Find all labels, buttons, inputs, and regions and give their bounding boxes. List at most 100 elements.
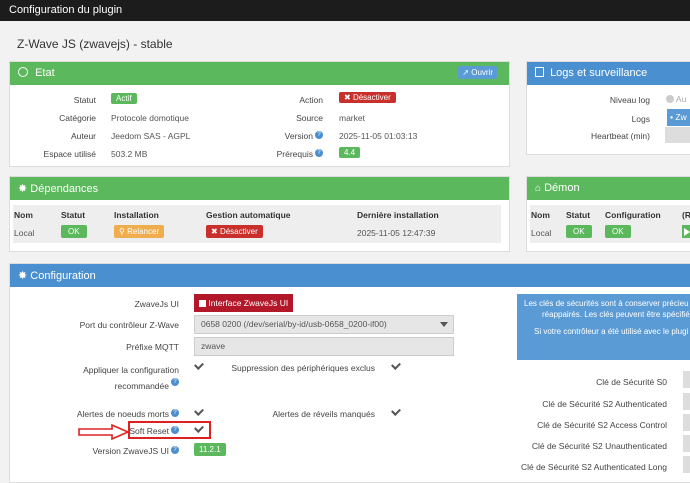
demon-row-configuration: OK [605,225,631,238]
prefixe-label: Préfixe MQTT [126,342,179,352]
action-label: Action [299,95,323,105]
heartbeat-input[interactable] [665,127,690,143]
dep-row-derniere: 2025-11-05 12:47:39 [357,228,436,238]
heartbeat-label: Heartbeat (min) [590,131,650,141]
logs-button[interactable]: ▪ Zw [667,109,690,126]
statut-badge: Actif [111,93,137,104]
top-bar-title: Configuration du plugin [9,4,123,16]
external-link-icon [199,300,206,307]
play-icon [684,228,690,236]
categorie-value: Protocole domotique [111,113,189,123]
alertes-morts-label: Alertes de noeuds morts? [77,409,179,419]
espace-label: Espace utilisé [43,149,96,159]
wrench-icon: ✸ [18,270,28,282]
auteur-label: Auteur [70,131,96,141]
demon-header-configuration: Configuration [605,210,661,220]
open-button[interactable]: ↗ Ouvrir [458,66,497,79]
chevron-down-icon [440,322,448,327]
demon-header-statut: Statut [566,210,591,220]
configuration-header: ✸ Configuration [10,264,690,287]
top-bar: Configuration du plugin [0,0,690,21]
demon-start-button[interactable] [682,225,690,238]
demon-row-statut: OK [566,225,592,238]
gestion-desactiver-button[interactable]: ✖ Désactiver [206,225,263,238]
info-line-1: Les clés de sécurités sont à conserver p… [524,299,689,308]
dep-header-derniere: Dernière installation [357,210,439,220]
file-icon [535,67,544,77]
niveau-log-radio[interactable]: Au [666,94,686,104]
version-label: Version? [285,131,323,141]
prerequis-label: Prérequis? [277,149,323,159]
version-ui-label: Version ZwaveJS UI? [92,446,179,456]
help-icon[interactable]: ? [315,131,323,139]
dep-header-gestion: Gestion automatique [206,210,291,220]
demon-title: Démon [544,182,580,194]
prerequis-badge: 4.4 [339,147,361,158]
dep-row-statut: OK [61,225,87,238]
dep-row-nom: Local [14,228,35,238]
dependances-title: Dépendances [30,183,99,195]
dep-header-nom: Nom [14,210,33,220]
key-s2-unauth-label: Clé de Sécurité S2 Unauthenticated [531,441,667,451]
logs-title: Logs et surveillance [550,67,648,79]
version-ui-badge: 11.2.1 [194,443,226,456]
alertes-reveils-label: Alertes de réveils manqués [272,409,375,419]
key-s2-unauth-input[interactable] [683,435,690,452]
port-select[interactable]: 0658 0200 (/dev/serial/by-id/usb-0658_02… [194,315,454,334]
etat-title: Etat [35,67,55,79]
statut-label: Statut [73,95,96,105]
relancer-button[interactable]: ⚲ Relancer [114,225,165,238]
plugin-title: Z-Wave JS (zwavejs) - stable [17,37,173,51]
power-icon [18,67,28,77]
logs-button-icon: ▪ [670,112,674,122]
demon-header-r: (R [682,210,690,220]
logs-header: Logs et surveillance [527,62,690,85]
help-icon[interactable]: ? [171,409,179,417]
version-value: 2025-11-05 01:03:13 [339,131,418,141]
demon-row-nom: Local [531,228,552,238]
key-s2-access-input[interactable] [683,414,690,431]
source-value: market [339,113,365,123]
help-icon[interactable]: ? [171,426,179,434]
security-info-box: Les clés de sécurités sont à conserver p… [517,294,690,360]
zwavejs-ui-label: ZwaveJs UI [134,299,179,309]
suppression-label: Suppression des périphériques exclus [231,363,375,373]
zwavejs-ui-button[interactable]: Interface ZwaveJs UI [194,294,294,312]
bank-icon: ⌂ [535,183,542,194]
demon-header-nom: Nom [531,210,550,220]
key-s0-input[interactable] [683,371,690,388]
share-icon: ↗ [462,68,469,77]
help-icon[interactable]: ? [315,149,323,157]
key-s2-auth-long-input[interactable] [683,456,690,473]
help-icon[interactable]: ? [171,378,179,386]
niveau-log-label: Niveau log [609,95,650,105]
source-label: Source [296,113,323,123]
categorie-label: Catégorie [59,113,96,123]
auteur-value: Jeedom SAS - AGPL [111,131,191,141]
logs-label: Logs [631,114,650,124]
prefixe-input[interactable]: zwave [194,337,454,356]
key-s0-label: Clé de Sécurité S0 [596,377,667,387]
info-line-3: Si votre contrôleur a été utilisé avec l… [534,327,689,336]
dep-header-statut: Statut [61,210,86,220]
key-s2-auth-input[interactable] [683,393,690,410]
key-s2-access-label: Clé de Sécurité S2 Access Control [537,420,667,430]
gear-icon: ✸ [18,183,28,195]
etat-header: Etat [10,62,509,85]
dependances-header: ✸ Dépendances [10,177,509,200]
info-line-2: réappairés. Les clés peuvent être spécif… [542,310,690,319]
annotation-arrow [78,424,130,440]
configuration-title: Configuration [30,270,96,282]
port-label: Port du contrôleur Z-Wave [79,320,179,330]
bike-icon: ⚲ [119,227,125,236]
appliquer-label: Appliquer la configuration recommandée? [83,365,179,391]
demon-header: ⌂ Démon [527,177,690,200]
espace-value: 503.2 MB [111,149,148,159]
key-s2-auth-label: Clé de Sécurité S2 Authenticated [542,399,667,409]
radio-icon [666,95,674,103]
dep-header-installation: Installation [114,210,159,220]
help-icon[interactable]: ? [171,446,179,454]
key-s2-auth-long-label: Clé de Sécurité S2 Authenticated Long [520,462,667,472]
soft-reset-label: Soft Reset? [129,426,179,436]
desactiver-button[interactable]: ✖ Désactiver [339,92,396,103]
